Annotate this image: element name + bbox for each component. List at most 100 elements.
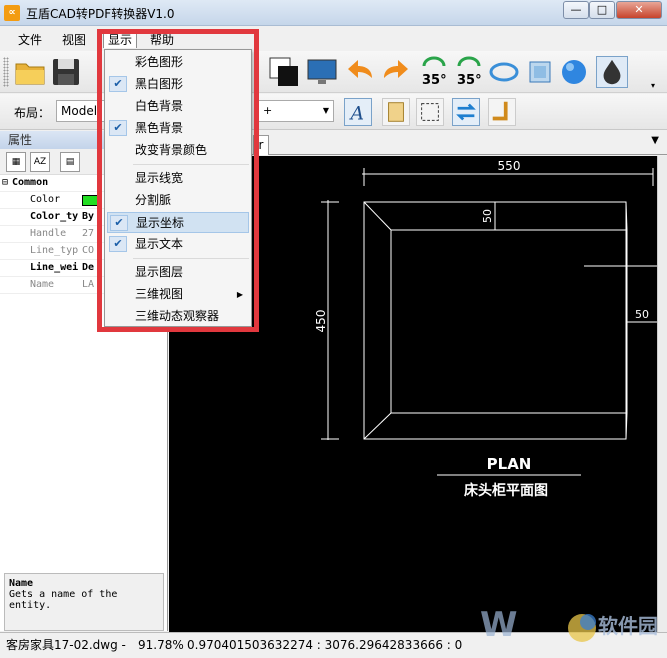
property-value: 27: [82, 228, 95, 239]
menu-item-label: 改变背景颜色: [135, 143, 208, 157]
vertical-scrollbar[interactable]: [657, 156, 667, 632]
svg-text:A: A: [349, 103, 364, 124]
menu-item-show-text[interactable]: ✔ 显示文本: [107, 234, 249, 255]
menu-item-show-lineweight[interactable]: 显示线宽: [107, 168, 249, 189]
cad-app-icon: ∝: [4, 5, 20, 21]
layout-label: 布局：: [14, 106, 51, 120]
property-name: Handle: [30, 228, 67, 239]
svg-text:35°: 35°: [457, 73, 482, 88]
ink-drop-icon[interactable]: [596, 56, 628, 88]
window-title: 互盾CAD转PDF转换器V1.0: [26, 7, 175, 21]
menu-display[interactable]: 显示: [103, 30, 138, 48]
menu-item-label: 显示文本: [135, 237, 184, 251]
maximize-button[interactable]: □: [589, 1, 615, 19]
menu-item-label: 黑白图形: [135, 77, 184, 91]
property-name: Color_ty: [30, 211, 79, 222]
display-menu: 彩色图形 ✔ 黑白图形 白色背景 ✔ 黑色背景 改变背景颜色 显示线宽 分割脈 ✔ 显…: [104, 49, 252, 327]
property-name: Color: [30, 194, 61, 205]
menu-item-show-coords[interactable]: ✔ 显示坐标: [107, 212, 249, 233]
undo-arrow-icon[interactable]: [344, 56, 376, 88]
black-white-icon[interactable]: [268, 56, 300, 88]
menu-item-black-bg[interactable]: ✔ 黑色背景: [107, 118, 249, 139]
svg-text:35°: 35°: [422, 73, 447, 88]
rotate-left-35-icon[interactable]: 35°: [418, 56, 450, 88]
property-value: LA: [82, 279, 95, 290]
dimension-inner-top: 50: [481, 209, 494, 223]
color-swatch: [82, 195, 98, 206]
menu-item-white-bg[interactable]: 白色背景: [107, 96, 249, 117]
property-pages-icon[interactable]: ▤: [60, 152, 80, 172]
menu-item-label: 分割脈: [135, 193, 172, 207]
minimize-button[interactable]: —: [563, 1, 589, 19]
menu-view[interactable]: 视图: [58, 31, 90, 49]
secondary-select[interactable]: + ▼: [258, 100, 334, 122]
property-value: By: [82, 211, 95, 222]
submenu-arrow-icon: ▶: [236, 290, 243, 299]
menu-item-3d-orbit[interactable]: 三维动态观察器: [107, 306, 249, 327]
property-value: De: [82, 262, 95, 273]
refresh-rotate-icon[interactable]: [488, 56, 520, 88]
menu-item-label: 显示坐标: [136, 216, 185, 230]
menu-item-label: 显示线宽: [135, 171, 184, 185]
status-coordinates: 0.970401503632274 : 3076.29642833666 : 0: [187, 638, 463, 652]
description-text: Gets a name of the entity.: [9, 589, 118, 611]
document-tab[interactable]: r: [253, 135, 269, 155]
checkmark-icon: ✔: [109, 236, 127, 252]
toolbar-overflow-icon[interactable]: ▾: [651, 81, 655, 90]
secondary-select-value: +: [263, 104, 273, 117]
menu-file[interactable]: 文件: [14, 31, 46, 49]
tab-list-dropdown-icon[interactable]: ▼: [651, 135, 659, 146]
description-title: Name: [9, 578, 34, 589]
checkmark-icon: ✔: [109, 120, 127, 136]
chevron-down-icon: ▼: [322, 106, 329, 115]
menu-item-label: 黑色背景: [135, 121, 184, 135]
title-bar: ∝ 互盾CAD转PDF转换器V1.0 — □ ✕: [0, 0, 667, 26]
property-name: Line_wei: [30, 262, 79, 273]
monitor-icon[interactable]: [306, 56, 338, 88]
dimension-width: 550: [498, 159, 521, 173]
sort-alpha-icon[interactable]: AZ: [30, 152, 50, 172]
wireframe-cube-icon[interactable]: [524, 56, 556, 88]
dimension-inner-right: 50: [635, 308, 649, 321]
save-disk-icon[interactable]: [50, 56, 82, 88]
property-description: Name Gets a name of the entity.: [4, 573, 164, 631]
menu-item-split[interactable]: 分割脈: [107, 190, 249, 211]
toolbar-grip[interactable]: [3, 57, 9, 87]
menu-item-color-graphics[interactable]: 彩色图形: [107, 52, 249, 73]
checkmark-icon: ✔: [110, 215, 128, 231]
property-name: Line_typ: [30, 245, 79, 256]
outer-frame: [363, 201, 627, 440]
watermark-logo: W 软件园: [480, 596, 660, 656]
dimension-height: 450: [314, 310, 328, 333]
rotate-right-35-icon[interactable]: 35°: [453, 56, 485, 88]
checkmark-icon: ✔: [109, 76, 127, 92]
redo-arrow-icon[interactable]: [380, 56, 412, 88]
layout-toolbar: 布局： Model + ▼ A: [0, 94, 667, 130]
sphere-icon[interactable]: [558, 56, 590, 88]
menu-item-bw-graphics[interactable]: ✔ 黑白图形: [107, 74, 249, 95]
menu-separator: [133, 164, 249, 165]
corner-icon[interactable]: [488, 98, 516, 126]
page-icon[interactable]: [382, 98, 410, 126]
menu-item-label: 三维动态观察器: [135, 309, 220, 323]
property-value: CO: [82, 245, 95, 256]
swap-arrows-icon[interactable]: [452, 98, 480, 126]
menu-item-show-layers[interactable]: 显示图层: [107, 262, 249, 283]
text-style-icon[interactable]: A: [344, 98, 372, 126]
layout-select[interactable]: Model: [56, 100, 106, 122]
main-toolbar: 35° 35° ▾: [0, 51, 667, 93]
menu-item-label: 显示图层: [135, 265, 184, 279]
menu-item-3d-view[interactable]: 三维视图 ▶: [107, 284, 249, 305]
selection-frame-icon[interactable]: [416, 98, 444, 126]
categorized-icon[interactable]: ▦: [6, 152, 26, 172]
plan-label: PLAN: [487, 455, 532, 473]
status-file: 客房家具17-02.dwg -: [6, 638, 126, 652]
close-button[interactable]: ✕: [616, 1, 662, 19]
open-folder-icon[interactable]: [14, 56, 46, 88]
inner-frame: [390, 229, 628, 414]
menu-help[interactable]: 帮助: [146, 31, 178, 49]
collapse-icon[interactable]: ⊟: [2, 177, 8, 188]
menu-item-change-bg-color[interactable]: 改变背景颜色: [107, 140, 249, 161]
svg-text:W: W: [480, 605, 518, 645]
menu-separator: [133, 258, 249, 259]
